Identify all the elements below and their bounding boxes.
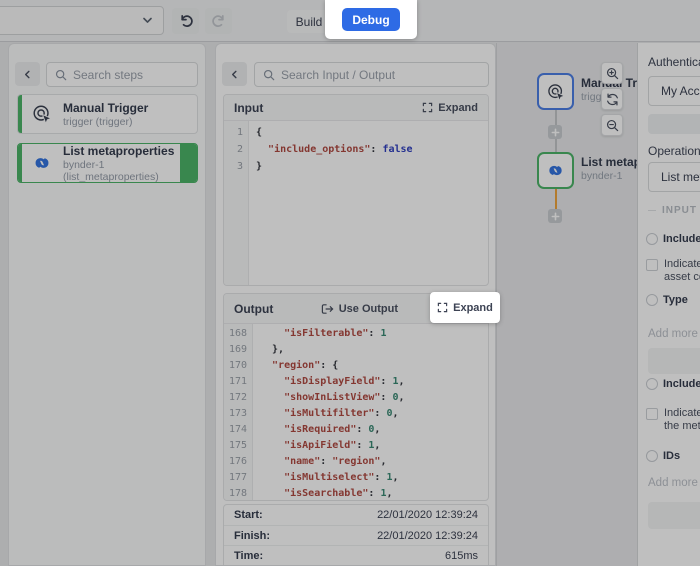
manual-trigger-icon (546, 82, 566, 102)
step-status-accent (18, 95, 22, 133)
step-title: Manual Trigger (63, 101, 148, 115)
connector-line-orange (555, 189, 557, 211)
zoom-in-button[interactable] (601, 62, 623, 84)
output-expand-spotlight: Expand (430, 292, 500, 323)
field-type: Type (646, 294, 688, 306)
zoom-out-button[interactable] (601, 114, 623, 136)
operation-select[interactable]: List metaproperties (648, 162, 700, 192)
include-count-checkbox[interactable] (646, 259, 658, 271)
io-search-box (254, 62, 489, 87)
run-metadata: Start: 22/01/2020 12:39:24 Finish: 22/01… (223, 504, 489, 566)
chevron-left-icon (230, 70, 239, 79)
zoom-out-icon (606, 119, 619, 132)
step-card-manual-trigger[interactable]: Manual Trigger trigger (trigger) (17, 94, 198, 134)
canvas-node-list-metaproperties[interactable] (537, 152, 574, 189)
input-code-editor[interactable]: 1{2 "include_options": false3} (224, 121, 488, 285)
step-selected-accent (180, 144, 197, 182)
field-toggle-icon[interactable] (646, 378, 658, 390)
zoom-in-icon (606, 67, 619, 80)
collapse-steps-button[interactable] (15, 62, 40, 86)
ids-add-box[interactable] (648, 502, 700, 529)
output-section-title: Output (234, 302, 321, 316)
use-output-button[interactable]: Use Output (321, 303, 398, 315)
reset-zoom-button[interactable] (601, 88, 623, 110)
step-subtitle: trigger (trigger) (63, 116, 148, 128)
input-section: Input Expand 1{2 "include_options": fals… (223, 94, 489, 286)
redo-icon (211, 13, 227, 29)
type-add-box[interactable] (648, 348, 700, 374)
debug-tab-button[interactable]: Debug (342, 8, 400, 31)
add-step-button[interactable] (548, 209, 562, 223)
expand-icon (437, 302, 448, 313)
authentication-label: Authentication (648, 55, 700, 69)
add-step-button[interactable] (548, 125, 562, 139)
field-toggle-icon[interactable] (646, 233, 658, 245)
step-status-accent (18, 144, 22, 182)
ids-placeholder: Add more than one (648, 477, 700, 489)
steps-search-input[interactable] (73, 68, 189, 82)
steps-search-box (46, 62, 198, 87)
workflow-debugger-app: Build Manual Trigger trigger (trigger) (0, 0, 700, 566)
field-toggle-icon[interactable] (646, 450, 658, 462)
output-section: Output Use Output 168 "isFilterable": 11… (223, 293, 489, 501)
field-ids: IDs (646, 450, 680, 462)
include-count-help: Indicates the asset count (646, 258, 700, 284)
step-title: List metaproperties (63, 144, 197, 158)
workflow-select[interactable] (0, 6, 164, 35)
meta-row-time: Time: 615ms (224, 545, 488, 565)
chevron-down-icon (142, 15, 153, 26)
plus-icon (551, 212, 560, 221)
workflow-canvas[interactable]: Manual Trigger trigger List metaproperti… (496, 43, 637, 566)
bynder-icon (545, 160, 566, 181)
input-fields-divider: INPUT (648, 205, 700, 216)
undo-button[interactable] (172, 8, 199, 34)
manual-trigger-icon (31, 103, 54, 125)
field-toggle-icon[interactable] (646, 294, 658, 306)
operation-label: Operation (648, 144, 700, 158)
field-include-count: Include count (646, 233, 700, 245)
step-config-panel: Authentication My Account Operation List… (637, 43, 700, 566)
redo-button[interactable] (205, 8, 232, 34)
output-code-editor[interactable]: 168 "isFilterable": 1169 },170 "region":… (224, 324, 488, 500)
field-include-options: Include options (646, 378, 700, 390)
include-options-checkbox[interactable] (646, 408, 658, 420)
search-icon (263, 69, 275, 81)
authentication-select[interactable]: My Account (648, 76, 700, 106)
refresh-icon (606, 93, 619, 106)
include-options-help: Indicates options the metaproperties (646, 407, 700, 433)
meta-row-finish: Finish: 22/01/2020 12:39:24 (224, 525, 488, 545)
use-output-icon (321, 303, 334, 315)
canvas-node-manual-trigger[interactable] (537, 73, 574, 110)
steps-sidebar: Manual Trigger trigger (trigger) List me… (8, 43, 206, 566)
debug-spotlight: Debug (325, 0, 417, 39)
meta-row-start: Start: 22/01/2020 12:39:24 (224, 505, 488, 525)
collapse-io-button[interactable] (222, 62, 247, 86)
input-expand-button[interactable]: Expand (422, 102, 478, 114)
output-expand-button[interactable]: Expand (437, 302, 493, 314)
input-section-header: Input Expand (224, 95, 488, 121)
step-card-list-metaproperties[interactable]: List metaproperties bynder-1 (list_metap… (17, 143, 198, 183)
canvas-zoom-controls (601, 62, 623, 136)
io-search-input[interactable] (281, 68, 480, 82)
bynder-icon (31, 152, 54, 174)
expand-icon (422, 102, 433, 113)
authentication-action-button[interactable] (648, 114, 700, 134)
search-icon (55, 69, 67, 81)
input-section-title: Input (234, 101, 422, 115)
undo-icon (178, 13, 194, 29)
chevron-left-icon (23, 70, 32, 79)
plus-icon (551, 128, 560, 137)
type-placeholder: Add more than one (648, 328, 700, 340)
step-subtitle: bynder-1 (list_metaproperties) (63, 159, 197, 183)
